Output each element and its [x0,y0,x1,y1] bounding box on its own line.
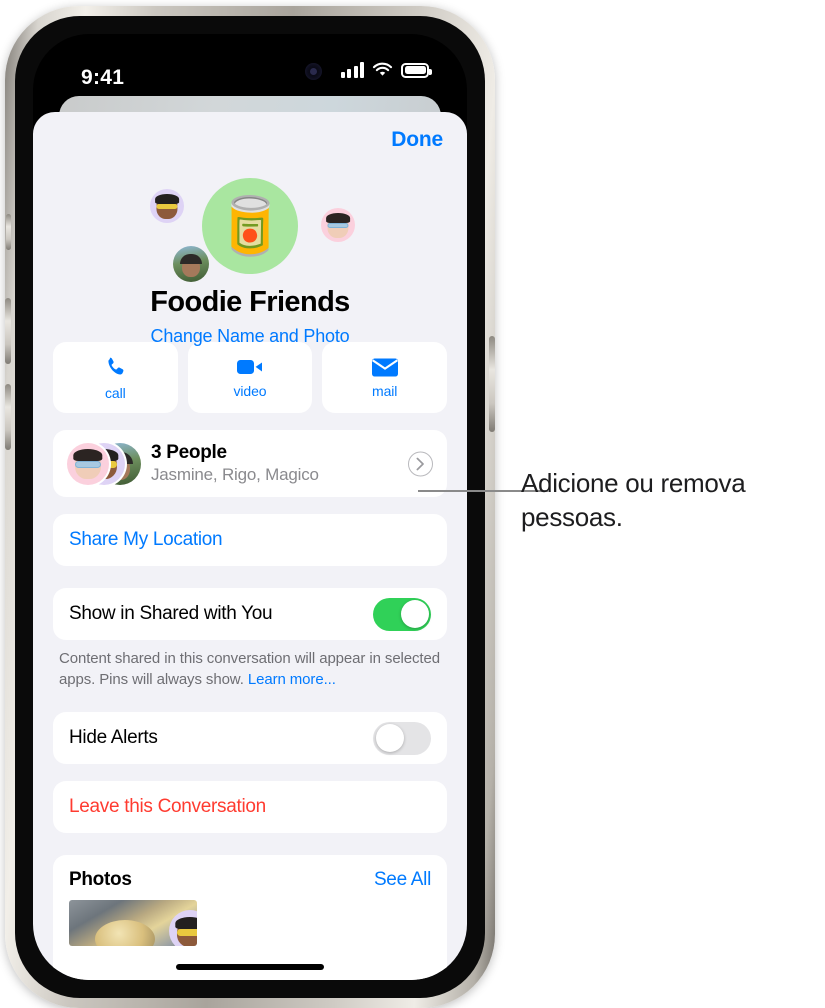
status-indicators [340,62,432,78]
silent-switch[interactable] [6,214,11,250]
phone-screen: 9:41 Done 🥫 Foodie Friends Change Name a… [33,34,467,980]
signal-bars-icon [340,62,364,78]
phone-bezel: 9:41 Done 🥫 Foodie Friends Change Name a… [15,16,485,998]
people-count: 3 People [151,442,227,463]
hide-alerts-toggle[interactable] [373,721,431,755]
people-card: 3 People Jasmine, Rigo, Magico [53,430,447,497]
mail-label: mail [372,382,398,399]
people-names: Jasmine, Rigo, Magico [151,465,319,484]
power-button[interactable] [489,336,495,432]
done-button[interactable]: Done [391,128,443,152]
member-avatar-stack [67,442,141,485]
video-button[interactable]: video [187,342,313,413]
chevron-right-glyph [416,457,424,470]
hide-alerts-row: Hide Alerts [53,712,447,764]
share-location-label: Share My Location [69,529,223,550]
chevron-right-icon[interactable] [408,451,433,476]
photos-header: Photos See All [69,869,431,891]
home-indicator[interactable] [176,964,324,970]
front-camera-icon [305,63,322,80]
shared-with-you-row: Show in Shared with You [53,588,447,640]
group-details-sheet: Done 🥫 Foodie Friends Change Name and Ph… [33,112,467,980]
volume-down-button[interactable] [5,384,11,450]
hide-alerts-label: Hide Alerts [69,727,158,749]
memoji-pink-icon [67,443,109,485]
phone-icon [108,357,124,374]
memoji-pink-icon [321,208,355,242]
quick-actions: call video mail [53,342,448,413]
status-time: 9:41 [81,66,125,89]
memoji-purple-icon [169,910,197,947]
status-bar: 9:41 [33,34,467,108]
member-avatar-2 [321,208,355,242]
see-all-button[interactable]: See All [374,869,431,891]
change-name-and-photo-link[interactable]: Change Name and Photo [33,326,467,347]
envelope-icon [371,358,398,376]
wifi-icon [372,62,393,76]
canned-food-icon: 🥫 [202,178,298,274]
photo-thumbnail[interactable] [69,900,197,947]
share-location-card: Share My Location [53,514,447,566]
screenshot-root: 9:41 Done 🥫 Foodie Friends Change Name a… [0,0,825,1008]
shared-with-you-footnote: Content shared in this conversation will… [59,649,441,690]
mail-button[interactable]: mail [322,342,448,413]
photos-title: Photos [69,869,132,891]
leave-conversation-card: Leave this Conversation [53,781,447,834]
battery-icon [401,62,432,78]
memoji-purple-icon [150,189,184,223]
shared-with-you-toggle[interactable] [373,597,431,631]
sheet-header: Done [33,112,467,174]
photo-sender-avatar [169,910,197,947]
member-avatar-1 [150,189,184,223]
page-title: Foodie Friends [150,286,350,318]
share-location-row[interactable]: Share My Location [53,514,447,566]
group-avatar-cluster[interactable]: 🥫 [145,178,355,290]
volume-up-button[interactable] [5,298,11,364]
member-avatar-3 [173,246,209,282]
learn-more-link[interactable]: Learn more... [248,671,336,688]
dynamic-island [194,56,306,89]
shared-with-you-card: Show in Shared with You [53,588,447,640]
stacked-avatar-1 [67,442,109,485]
call-button[interactable]: call [53,342,178,413]
shared-with-you-label: Show in Shared with You [69,603,273,624]
call-label: call [105,384,126,401]
phone-frame: 9:41 Done 🥫 Foodie Friends Change Name a… [5,6,495,1008]
photos-card: Photos See All [53,855,447,980]
people-row[interactable]: 3 People Jasmine, Rigo, Magico [53,430,447,497]
leave-conversation-row[interactable]: Leave this Conversation [53,781,447,833]
hide-alerts-card: Hide Alerts [53,712,447,765]
callout-text: Adicione ou remova pessoas. [521,468,746,533]
leave-conversation-label: Leave this Conversation [69,796,266,818]
video-label: video [233,383,267,399]
people-text: 3 People Jasmine, Rigo, Magico [151,442,319,485]
video-camera-icon [237,360,262,374]
group-hero: 🥫 Foodie Friends Change Name and Photo [33,174,467,346]
